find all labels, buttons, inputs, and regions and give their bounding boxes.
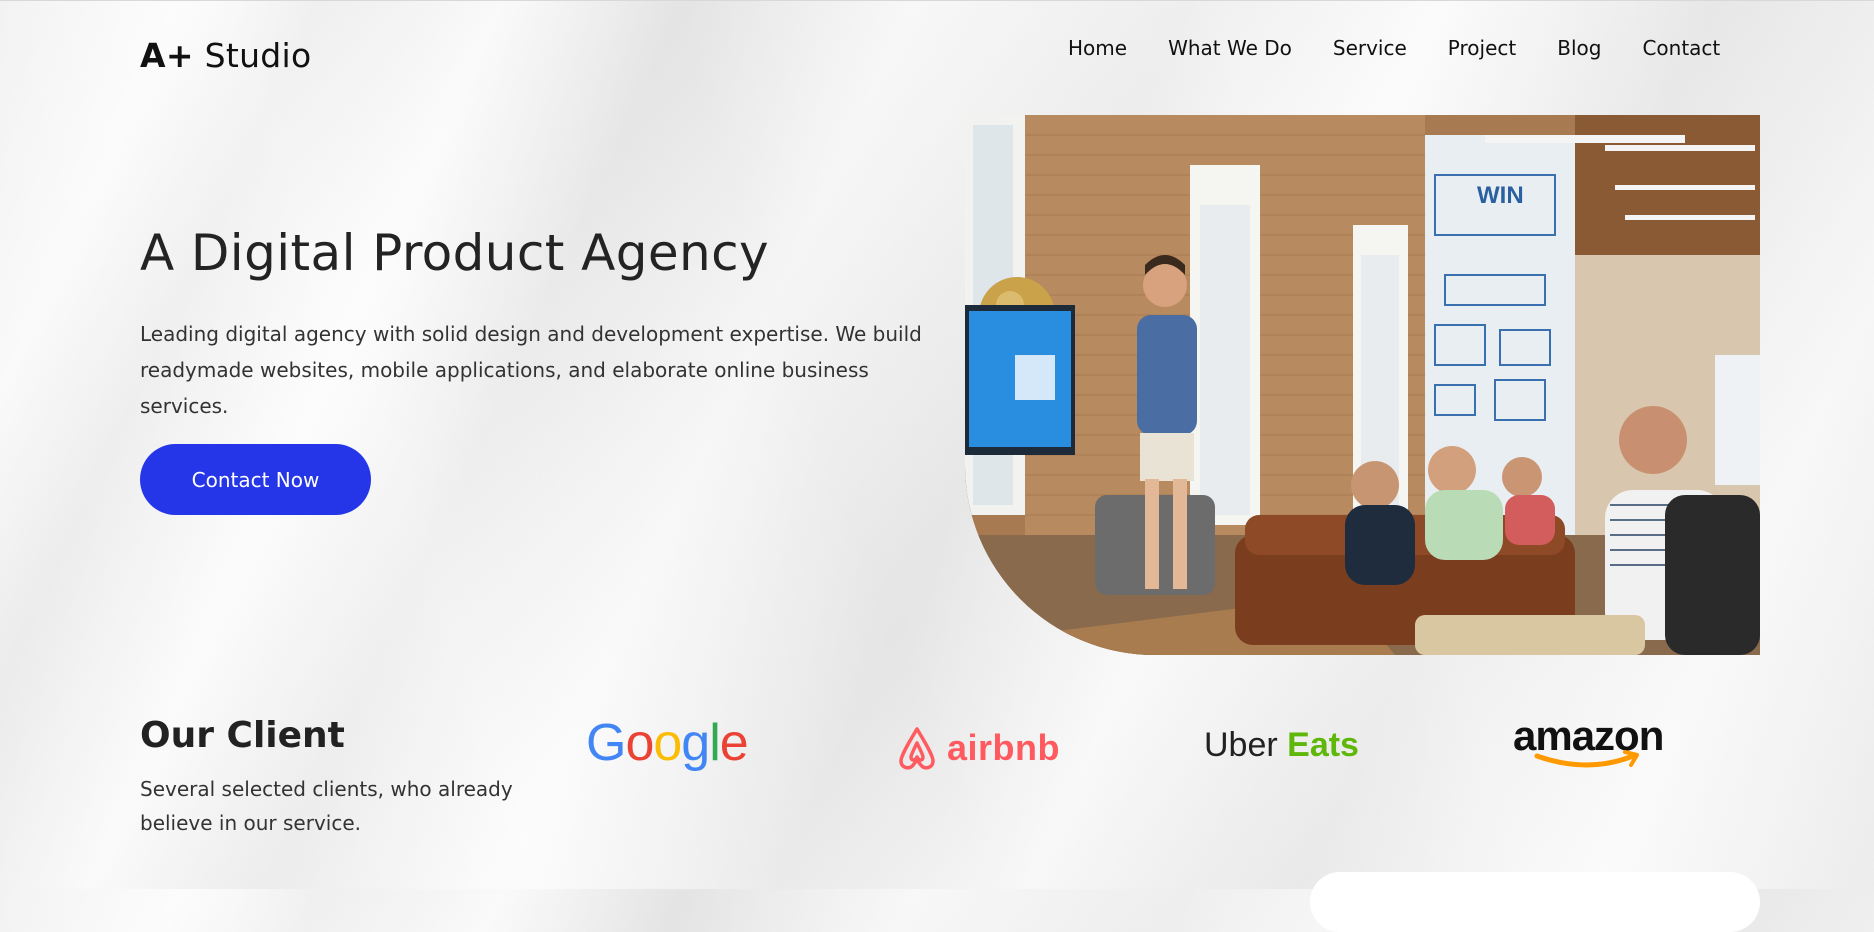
nav-home[interactable]: Home <box>1068 36 1127 60</box>
nav-contact[interactable]: Contact <box>1642 36 1720 60</box>
floating-card-partial <box>1310 872 1760 932</box>
site-logo[interactable]: A+ Studio <box>140 36 312 75</box>
top-border <box>0 0 1874 1</box>
uber-eats-logo: Uber Eats <box>1204 726 1359 764</box>
nav-service[interactable]: Service <box>1333 36 1407 60</box>
nav-project[interactable]: Project <box>1448 36 1516 60</box>
main-nav: Home What We Do Service Project Blog Con… <box>1068 36 1720 60</box>
contact-now-button[interactable]: Contact Now <box>140 444 371 515</box>
logo-text: Studio <box>204 36 312 75</box>
clients-description: Several selected clients, who already be… <box>140 777 513 835</box>
airbnb-wordmark: airbnb <box>947 727 1061 768</box>
nav-what-we-do[interactable]: What We Do <box>1168 36 1292 60</box>
clients-title: Our Client <box>140 715 345 756</box>
svg-text:WIN: WIN <box>1477 182 1524 209</box>
airbnb-logo: airbnb <box>895 720 1060 776</box>
hero-office-photo: WIN <box>965 115 1760 655</box>
logo-mark: A+ <box>140 36 194 75</box>
airbnb-icon <box>899 727 935 770</box>
google-logo: Google <box>586 714 749 772</box>
hero-title: A Digital Product Agency <box>140 224 769 282</box>
nav-blog[interactable]: Blog <box>1557 36 1601 60</box>
amazon-logo: amazon <box>1513 712 1664 768</box>
hero-description: Leading digital agency with solid design… <box>140 322 922 418</box>
amazon-arrow-icon <box>1534 750 1639 768</box>
